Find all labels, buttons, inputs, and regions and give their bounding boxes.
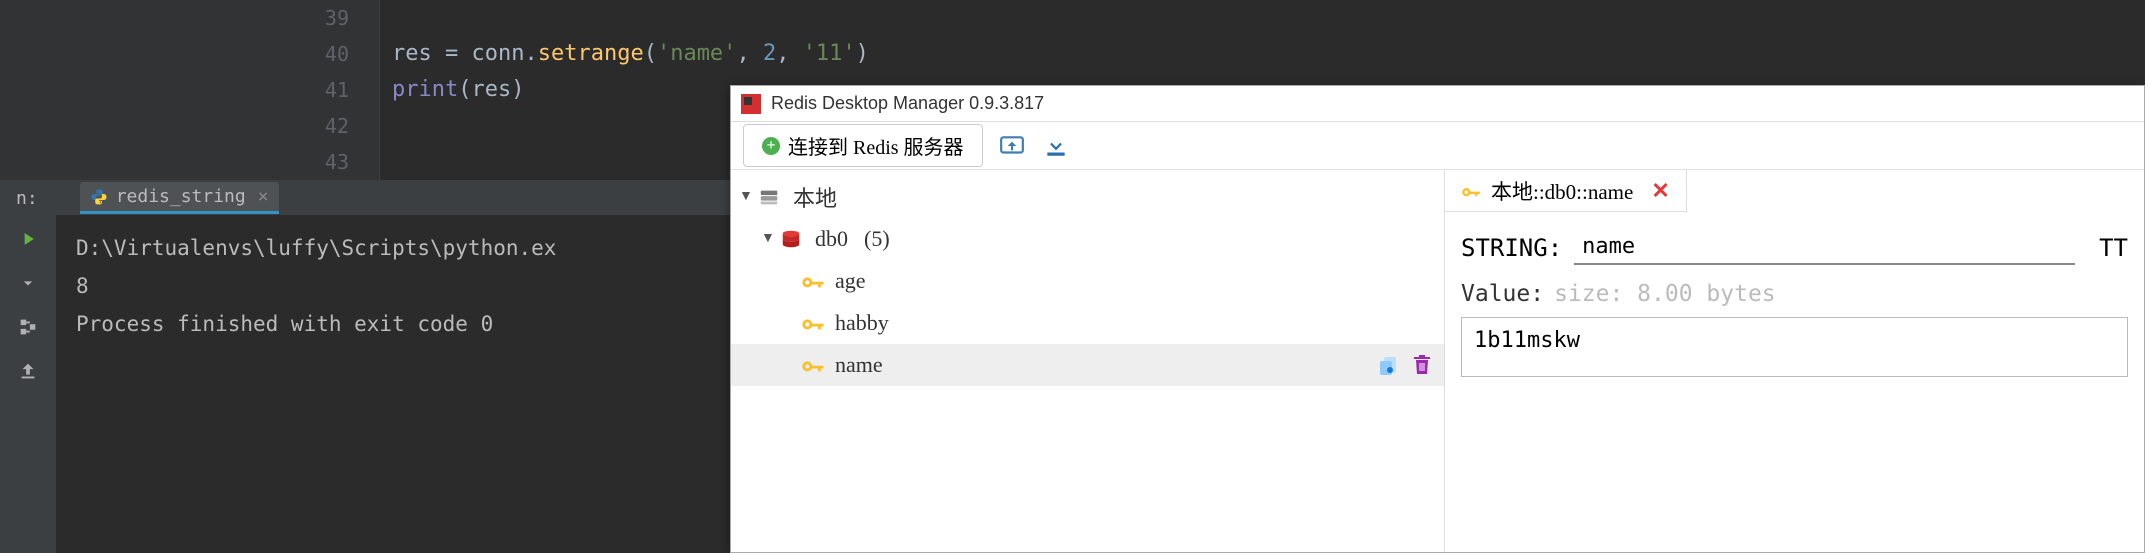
export-icon[interactable] [16, 359, 40, 383]
code-token: conn [472, 41, 525, 66]
value-textbox[interactable]: 1b11mskw [1461, 317, 2128, 377]
key-label: age [835, 268, 866, 294]
server-label: 本地 [793, 181, 837, 213]
key-icon [801, 269, 825, 293]
window-title: Redis Desktop Manager 0.9.3.817 [771, 93, 1044, 114]
rdm-app-icon [741, 94, 761, 114]
code-token: . [524, 41, 537, 66]
plus-icon: + [762, 137, 780, 155]
run-tool-label: n: [4, 188, 50, 209]
size-hint: size: 8.00 bytes [1554, 281, 1776, 307]
server-icon [755, 186, 783, 208]
rdm-toolbar: + 连接到 Redis 服务器 [731, 122, 2144, 170]
code-token: 'name' [657, 41, 736, 66]
tree-server-node[interactable]: ▼ 本地 [731, 176, 1444, 218]
tree-key-node[interactable]: age [731, 260, 1444, 302]
run-tab-label: redis_string [116, 186, 246, 207]
python-icon [90, 188, 108, 206]
delete-icon[interactable] [1410, 353, 1434, 377]
key-detail-panel: 本地::db0::name ✕ STRING: TT Value: size: … [1445, 170, 2144, 552]
detail-tab[interactable]: 本地::db0::name ✕ [1445, 170, 1687, 212]
tree-key-node[interactable]: habby [731, 302, 1444, 344]
rerun-icon[interactable] [16, 227, 40, 251]
tree-db-node[interactable]: ▼ db0 (5) [731, 218, 1444, 260]
key-name-input[interactable] [1574, 230, 2075, 265]
db-key-count: (5) [864, 226, 890, 252]
caret-down-icon: ▼ [761, 231, 777, 247]
detail-tab-title: 本地::db0::name [1491, 176, 1633, 206]
code-token: ) [511, 77, 524, 102]
line-number: 42 [0, 108, 379, 144]
run-tab-active[interactable]: redis_string × [80, 182, 279, 214]
key-type-label: STRING: [1461, 234, 1562, 262]
stop-down-icon[interactable] [16, 271, 40, 295]
code-token: = [432, 41, 472, 66]
code-token: res [471, 77, 511, 102]
line-number: 40 [0, 36, 379, 72]
connect-redis-button[interactable]: + 连接到 Redis 服务器 [743, 124, 983, 167]
close-icon[interactable]: × [258, 186, 269, 207]
line-number-gutter: 39 40 41 42 43 [0, 0, 380, 180]
code-token: , [776, 41, 803, 66]
code-token: 2 [763, 41, 776, 66]
caret-down-icon: ▼ [739, 189, 755, 205]
code-token: ( [458, 77, 471, 102]
download-icon[interactable] [1041, 131, 1071, 161]
line-number: 43 [0, 144, 379, 180]
code-token: ( [644, 41, 657, 66]
db-label: db0 [815, 226, 848, 252]
value-content: 1b11mskw [1474, 328, 1580, 353]
database-icon [777, 228, 805, 250]
key-label: name [835, 352, 883, 378]
key-icon [1461, 181, 1481, 201]
tree-key-node-selected[interactable]: name [731, 344, 1444, 386]
ttl-label: TT [2099, 234, 2128, 262]
code-token: res [392, 41, 432, 66]
rdm-titlebar[interactable]: Redis Desktop Manager 0.9.3.817 [731, 86, 2144, 122]
rdm-window: Redis Desktop Manager 0.9.3.817 + 连接到 Re… [730, 85, 2145, 553]
code-token: ) [856, 41, 869, 66]
code-token: '11' [803, 41, 856, 66]
close-icon[interactable]: ✕ [1651, 178, 1669, 204]
run-side-toolbar [0, 215, 56, 553]
code-token: , [736, 41, 763, 66]
key-icon [801, 353, 825, 377]
line-number: 41 [0, 72, 379, 108]
key-icon [801, 311, 825, 335]
code-token: print [392, 77, 458, 102]
line-number: 39 [0, 0, 379, 36]
connect-button-label: 连接到 Redis 服务器 [788, 131, 964, 160]
import-icon[interactable] [997, 131, 1027, 161]
copy-icon[interactable] [1376, 353, 1400, 377]
key-label: habby [835, 310, 889, 336]
connection-tree[interactable]: ▼ 本地 ▼ db0 (5) age habby name [731, 170, 1445, 552]
code-token: setrange [538, 41, 644, 66]
step-icon[interactable] [16, 315, 40, 339]
value-label: Value: [1461, 281, 1544, 307]
